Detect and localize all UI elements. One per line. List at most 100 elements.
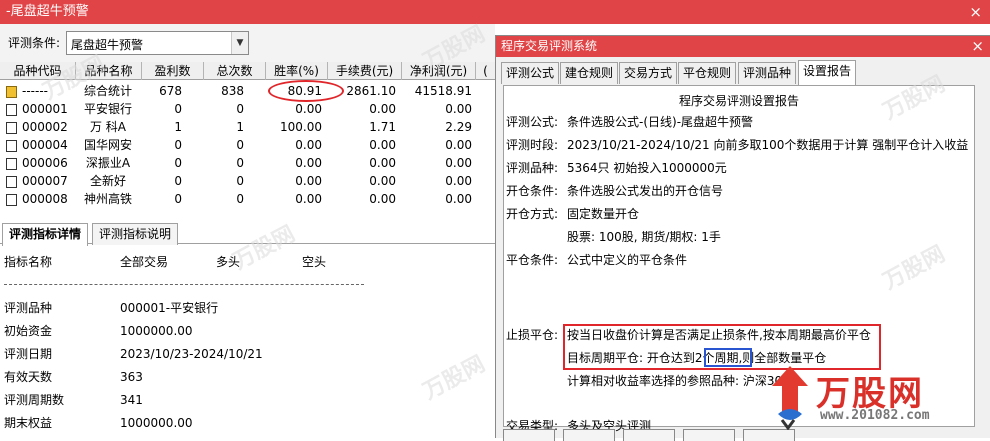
cell-name: 万 科A	[89, 120, 127, 134]
col-header-code[interactable]: 品种代码	[0, 62, 76, 80]
cell-net: 0.00	[445, 174, 472, 188]
report-label: 开仓条件:	[506, 184, 559, 198]
table-row[interactable]: 000002 万 科A 1 1 100.00 1.71 2.29	[0, 118, 495, 136]
detail-header-short: 空头	[302, 255, 327, 269]
window-title-text: -尾盘超牛预警	[6, 4, 89, 19]
cell-net: 2.29	[445, 120, 472, 134]
table-row[interactable]: ------ 综合统计 678 838 80.91 2861.10 41518.…	[0, 82, 495, 100]
cell-total: 838	[221, 84, 244, 98]
tab-open-rules[interactable]: 建仓规则	[560, 62, 619, 84]
condition-label: 评测条件:	[8, 36, 61, 50]
table-row[interactable]: 000008 神州高铁 0 0 0.00 0.00 0.00	[0, 190, 495, 208]
report-title: 程序交易评测设置报告	[678, 94, 799, 108]
dialog-title: 程序交易评测系统	[496, 36, 990, 57]
dialog-button[interactable]	[563, 429, 615, 441]
bull-arrow-icon	[772, 366, 808, 431]
detail-value: 363	[120, 370, 143, 384]
brand-logo: 万股网 www.201082.com	[768, 364, 990, 434]
table-row[interactable]: 000006 深振业A 0 0 0.00 0.00 0.00	[0, 154, 495, 172]
dialog-button[interactable]	[503, 429, 555, 441]
document-icon	[6, 122, 17, 134]
condition-select[interactable]: 尾盘超牛预警 ▼	[66, 31, 249, 55]
col-header-net[interactable]: 净利润(元)	[402, 62, 476, 80]
dialog-button[interactable]	[683, 429, 735, 441]
cell-code: 000006	[22, 156, 68, 170]
tab-metric-details[interactable]: 评测指标详情	[2, 223, 89, 246]
cell-fee: 0.00	[369, 156, 396, 170]
report-value: 固定数量开仓	[567, 207, 640, 221]
cell-profit: 0	[174, 138, 182, 152]
report-value: 2023/10/21-2024/10/21 向前多取100个数据用于计算 强制平…	[567, 138, 969, 152]
tab-trade-mode[interactable]: 交易方式	[619, 62, 678, 84]
detail-header-name: 指标名称	[4, 255, 53, 269]
cell-fee: 1.71	[369, 120, 396, 134]
report-label: 开仓方式:	[506, 207, 559, 221]
cell-code: 000002	[22, 120, 68, 134]
tab-close-rules[interactable]: 平仓规则	[678, 62, 737, 84]
cell-profit: 0	[174, 174, 182, 188]
detail-header-all: 全部交易	[120, 255, 169, 269]
window-title: -尾盘超牛预警	[0, 0, 990, 24]
cell-code: 000001	[22, 102, 68, 116]
cell-total: 0	[236, 156, 244, 170]
report-label: 止损平仓:	[506, 328, 559, 342]
report-label: 平仓条件:	[506, 253, 559, 267]
brand-logo-url: www.201082.com	[820, 408, 930, 423]
table-row[interactable]: 000004 国华网安 0 0 0.00 0.00 0.00	[0, 136, 495, 154]
cell-total: 1	[236, 120, 244, 134]
table-row[interactable]: 000001 平安银行 0 0 0.00 0.00 0.00	[0, 100, 495, 118]
detail-value: 000001-平安银行	[120, 301, 219, 315]
cell-net: 0.00	[445, 156, 472, 170]
detail-value: 1000000.00	[120, 416, 193, 430]
cell-net: 0.00	[445, 102, 472, 116]
metric-details-panel: 指标名称 全部交易 多头 空头 评测品种 000001-平安银行 初始资金 10…	[0, 246, 495, 438]
cell-fee: 0.00	[369, 138, 396, 152]
detail-value: 2023/10/23-2024/10/21	[120, 347, 263, 361]
col-header-fee[interactable]: 手续费(元)	[328, 62, 402, 80]
tab-instruments[interactable]: 评测品种	[738, 62, 797, 84]
cell-winrate: 0.00	[295, 138, 322, 152]
document-icon	[6, 140, 17, 152]
cell-profit: 1	[174, 120, 182, 134]
dialog-button[interactable]	[623, 429, 675, 441]
col-header-total[interactable]: 总次数	[204, 62, 266, 80]
detail-label: 评测品种	[4, 301, 53, 315]
chevron-down-icon[interactable]: ▼	[231, 32, 248, 54]
report-label: 评测时段:	[506, 138, 559, 152]
cell-code: 000007	[22, 174, 68, 188]
col-header-name[interactable]: 品种名称	[76, 62, 142, 80]
dialog-close-icon[interactable]: ×	[971, 36, 984, 57]
cell-name: 国华网安	[83, 138, 132, 152]
document-icon	[6, 104, 17, 116]
cell-name: 深振业A	[85, 156, 131, 170]
cell-name: 全新好	[89, 174, 126, 188]
cell-winrate: 0.00	[295, 102, 322, 116]
report-value: 5364只 初始投入1000000元	[567, 161, 727, 175]
col-header-profit[interactable]: 盈利数	[142, 62, 204, 80]
summary-folder-icon	[6, 86, 17, 98]
report-label: 评测品种:	[506, 161, 559, 175]
cell-total: 0	[236, 102, 244, 116]
document-icon	[6, 158, 17, 170]
report-value: 条件选股公式-(日线)-尾盘超牛预警	[567, 115, 754, 129]
cell-name: 综合统计	[83, 84, 132, 98]
cell-winrate: 0.00	[295, 174, 322, 188]
tab-metric-description[interactable]: 评测指标说明	[92, 223, 179, 245]
results-grid: ------ 综合统计 678 838 80.91 2861.10 41518.…	[0, 80, 495, 214]
cell-code: 000004	[22, 138, 68, 152]
cell-total: 0	[236, 192, 244, 206]
cell-fee: 0.00	[369, 174, 396, 188]
window-close-icon[interactable]: ×	[969, 0, 982, 24]
cell-code: 000008	[22, 192, 68, 206]
cell-profit: 0	[174, 192, 182, 206]
table-row[interactable]: 000007 全新好 0 0 0.00 0.00 0.00	[0, 172, 495, 190]
detail-value: 341	[120, 393, 143, 407]
tab-settings-report[interactable]: 设置报告	[798, 60, 857, 85]
condition-row: 评测条件: 尾盘超牛预警 ▼	[0, 24, 495, 62]
tab-formula[interactable]: 评测公式	[501, 62, 560, 84]
cell-fee: 0.00	[369, 102, 396, 116]
detail-tab-bar: 评测指标详情 评测指标说明	[0, 220, 495, 246]
col-header-winrate[interactable]: 胜率(%)	[266, 62, 328, 80]
col-header-more[interactable]: (	[476, 62, 495, 80]
report-value: 计算相对收益率选择的参照品种: 沪深300	[567, 374, 790, 388]
